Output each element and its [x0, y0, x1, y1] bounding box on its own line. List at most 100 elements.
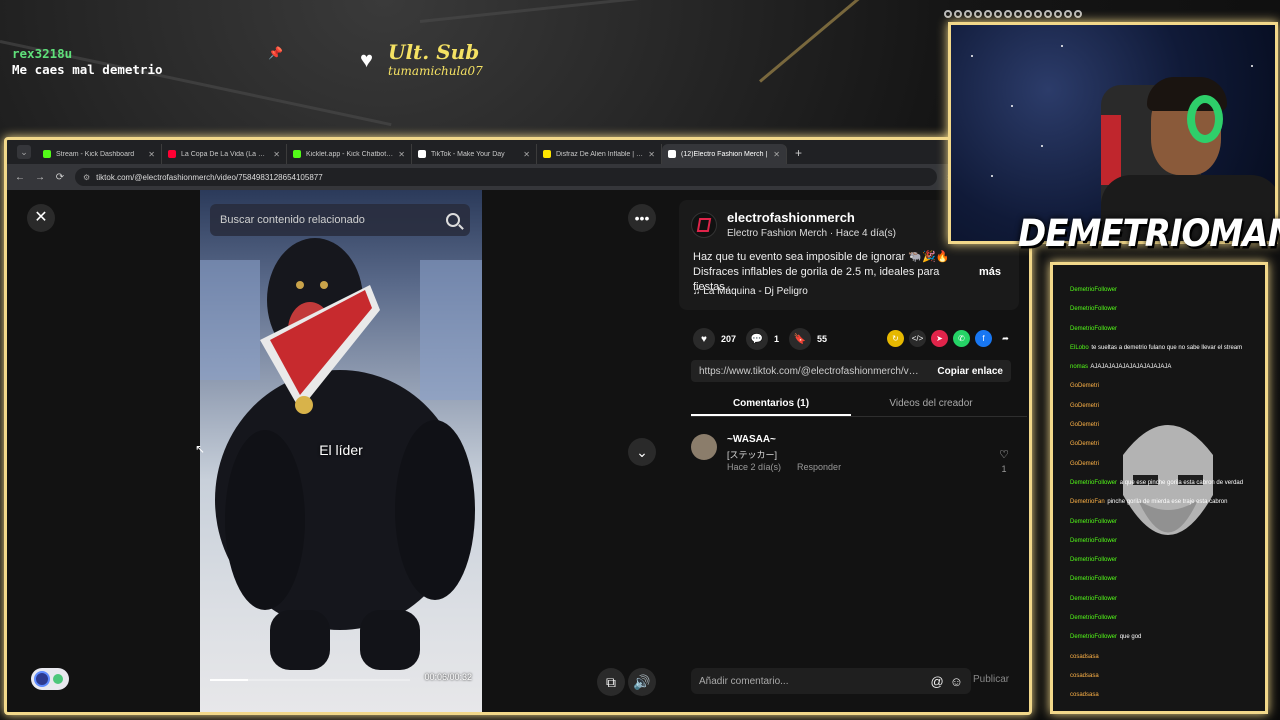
chat-username[interactable]: GoDemetri — [1069, 383, 1100, 389]
close-video-button[interactable]: ✕ — [27, 204, 55, 232]
chat-username[interactable]: DemetrioFollower — [1069, 306, 1118, 312]
close-tab-icon[interactable]: ✕ — [398, 150, 405, 159]
chat-username[interactable]: GoDemetri — [1069, 441, 1100, 447]
browser-tab[interactable]: (12)Electro Fashion Merch | ✕ — [662, 144, 787, 164]
embed-icon[interactable]: </> — [909, 330, 926, 347]
chat-username[interactable]: cosadsasa — [1069, 673, 1100, 679]
mention-icon[interactable]: @ — [931, 674, 944, 689]
post-link-text[interactable]: https://www.tiktok.com/@electrofashionme… — [699, 366, 919, 377]
tab-creator-videos[interactable]: Videos del creador — [851, 394, 1011, 416]
related-search-field[interactable]: Buscar contenido relacionado — [210, 204, 470, 236]
share-arrow-icon[interactable]: ➦ — [997, 330, 1014, 347]
like-count: 207 — [721, 334, 737, 344]
chat-username[interactable]: demetrio — [1069, 712, 1094, 714]
close-tab-icon[interactable]: ✕ — [273, 150, 280, 159]
related-search-placeholder: Buscar contenido relacionado — [220, 214, 365, 226]
webcam-feed — [948, 22, 1278, 244]
chat-username[interactable]: DemetrioFollower — [1069, 634, 1118, 640]
chat-username[interactable]: DemetrioFollower — [1069, 326, 1118, 332]
chat-username[interactable]: GoDemetri — [1069, 403, 1100, 409]
next-video-chevron-icon[interactable]: ⌄ — [628, 438, 656, 466]
chat-username[interactable]: DemetrioFollower — [1069, 596, 1118, 602]
chat-username[interactable]: cosadsasa — [1069, 692, 1100, 698]
send-icon[interactable]: ➤ — [931, 330, 948, 347]
chat-username[interactable]: GoDemetri — [1069, 422, 1100, 428]
chat-username[interactable]: DemetrioFollower — [1069, 557, 1118, 563]
ceiling-beam — [419, 0, 898, 23]
save-button[interactable]: 🔖 55 — [789, 328, 827, 350]
new-tab-button[interactable]: + — [795, 146, 802, 160]
creator-handle[interactable]: electrofashionmerch — [727, 210, 855, 225]
streamer-name: DEMETRIOMAN — [1018, 212, 1280, 256]
chat-username[interactable]: DemetrioFollower — [1069, 287, 1118, 293]
comment-tabs: Comentarios (1) Videos del creador — [691, 394, 1011, 416]
comment-like-button[interactable]: ♡ 1 — [999, 448, 1009, 476]
chat-username[interactable]: DemetrioFollower — [1069, 538, 1118, 544]
chat-line: GoDemetri — [1069, 455, 1265, 474]
close-tab-icon[interactable]: ✕ — [148, 150, 155, 159]
forward-icon[interactable]: → — [35, 172, 45, 183]
comment-button[interactable]: 💬 1 — [746, 328, 779, 350]
browser-tab[interactable]: La Copa De La Vida (La Canción ✕ — [162, 144, 287, 164]
close-tab-icon[interactable]: ✕ — [523, 150, 530, 159]
commenter-avatar[interactable] — [691, 434, 717, 460]
chat-username[interactable]: DemetrioFollower — [1069, 519, 1118, 525]
emoji-icon[interactable]: ☺ — [950, 674, 963, 689]
chat-line: nomas AJAJAJAJAJAJAJAJAJAJAJA — [1069, 358, 1265, 377]
publish-button[interactable]: Publicar — [973, 674, 1009, 685]
chat-username[interactable]: nomas — [1069, 364, 1089, 370]
extension-toggle[interactable] — [31, 668, 69, 690]
chat-username[interactable]: DemetrioFan — [1069, 499, 1106, 505]
chat-message-list: DemetrioFollower DemetrioFollower Demetr… — [1069, 281, 1265, 714]
browser-window: ⌄ Stream - Kick Dashboard ✕ La Copa De La … — [4, 137, 1032, 715]
url-field[interactable]: ⚙ tiktok.com/@electrofashionmerch/video/… — [75, 168, 938, 186]
chat-username[interactable]: DemetrioFollower — [1069, 576, 1118, 582]
browser-tab[interactable]: Kicklet.app - Kick Chatbot and ✕ — [287, 144, 412, 164]
more-options-icon[interactable]: ••• — [628, 204, 656, 232]
site-info-icon[interactable]: ⚙ — [83, 173, 90, 182]
chat-line: DemetrioFollower — [1069, 281, 1265, 300]
browser-tab[interactable]: Disfraz De Alien Inflable | Merc ✕ — [537, 144, 662, 164]
chat-message-text: que god — [1119, 634, 1142, 641]
repost-icon[interactable]: ↻ — [887, 330, 904, 347]
reply-button[interactable]: Responder — [797, 462, 841, 472]
more-button[interactable]: más — [979, 266, 1001, 278]
chat-line: cosadsasa — [1069, 667, 1265, 686]
chat-username[interactable]: cosadsasa — [1069, 654, 1100, 660]
copy-link-row: https://www.tiktok.com/@electrofashionme… — [691, 360, 1011, 382]
stream-scene: rex3218u Me caes mal demetrio 📌 ♥ Ult. S… — [0, 0, 1280, 720]
chat-username[interactable]: ElLobo — [1069, 345, 1090, 351]
copy-link-button[interactable]: Copiar enlace — [937, 366, 1003, 377]
browser-tab[interactable]: TikTok - Make Your Day ✕ — [412, 144, 537, 164]
back-icon[interactable]: ← — [15, 172, 25, 183]
music-row[interactable]: ♫ La Máquina - Dj Peligro — [693, 286, 808, 297]
chat-username[interactable]: DemetrioFollower — [1069, 615, 1118, 621]
facebook-icon[interactable]: f — [975, 330, 992, 347]
tab-comments[interactable]: Comentarios (1) — [691, 394, 851, 416]
music-title: La Máquina - Dj Peligro — [703, 286, 808, 297]
search-icon[interactable] — [446, 213, 460, 227]
video-player[interactable]: Buscar contenido relacionado El líder 00… — [200, 190, 482, 712]
share-targets: ↻ </> ➤ ✆ f ➦ — [887, 330, 1014, 347]
tab-search-button[interactable]: ⌄ — [17, 145, 31, 159]
browser-tab[interactable]: Stream - Kick Dashboard ✕ — [37, 144, 162, 164]
close-tab-icon[interactable]: ✕ — [773, 150, 780, 159]
whatsapp-icon[interactable]: ✆ — [953, 330, 970, 347]
tab-title: Disfraz De Alien Inflable | Merc — [556, 150, 644, 158]
volume-icon[interactable]: 🔊 — [628, 668, 656, 696]
heart-icon: ♥ — [360, 47, 374, 72]
chat-username[interactable]: DemetrioFollower — [1069, 480, 1118, 486]
reload-icon[interactable]: ⟳ — [55, 172, 65, 183]
video-progress-bar[interactable] — [210, 679, 410, 681]
commenter-name[interactable]: ~WASAA~ — [727, 434, 776, 445]
tiktok-page: ✕ Buscar contenido relacionado El líder … — [7, 190, 1029, 712]
chat-username[interactable]: GoDemetri — [1069, 461, 1100, 467]
floating-player-icon[interactable]: ⧉ — [597, 668, 625, 696]
chat-line: DemetrioFan pinche gorila de mierda ese … — [1069, 493, 1265, 512]
comment-input[interactable]: Añadir comentario... @ ☺ — [691, 668, 971, 694]
chat-line: DemetrioFollower — [1069, 590, 1265, 609]
creator-avatar[interactable] — [691, 212, 717, 238]
like-button[interactable]: ♥ 207 — [693, 328, 736, 350]
heart-outline-icon: ♡ — [999, 449, 1009, 461]
close-tab-icon[interactable]: ✕ — [648, 150, 655, 159]
